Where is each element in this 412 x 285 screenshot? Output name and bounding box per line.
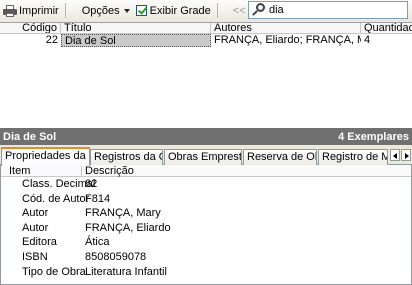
cell-titulo[interactable]: Dia de Sol xyxy=(61,34,211,47)
show-grid-label: Exibir Grade xyxy=(149,4,211,17)
column-header-titulo[interactable]: Título xyxy=(61,23,211,33)
options-label: Opções xyxy=(81,4,120,17)
tab-multas[interactable]: Registro de Multas xyxy=(318,149,388,165)
chevron-down-icon xyxy=(123,8,130,13)
scroll-right-icon[interactable] xyxy=(401,149,411,161)
properties-panel: Item Descrição Class. Decimal 82 Cód. de… xyxy=(0,165,412,285)
property-value: FRANÇA, Eliardo xyxy=(85,221,171,234)
properties-header: Item Descrição xyxy=(1,165,411,177)
list-item[interactable]: Cód. de Autor F814 xyxy=(1,192,411,207)
tab-emprestadas[interactable]: Obras Emprestadas xyxy=(164,149,242,165)
list-item[interactable]: Tipo de Obra Literatura Infantil xyxy=(1,265,411,280)
grid-header: Código Título Autores Quantidade xyxy=(0,23,412,34)
tab-reserva[interactable]: Reserva de Obras xyxy=(243,149,317,165)
show-grid-checkbox[interactable]: Exibir Grade xyxy=(133,1,214,20)
property-name: Cód. de Autor xyxy=(22,192,90,205)
tab-propriedades[interactable]: Propriedades da Obra xyxy=(1,147,90,166)
detail-tabs: Propriedades da Obra Registros da Obra O… xyxy=(0,145,412,166)
cell-codigo: 22 xyxy=(45,34,58,46)
search-box[interactable] xyxy=(248,1,408,19)
property-name: Editora xyxy=(22,236,57,249)
copies-count: 4 Exemplares xyxy=(338,130,409,143)
property-name: Autor xyxy=(22,207,49,220)
column-header-descricao[interactable]: Descrição xyxy=(82,165,411,177)
property-name: Tipo de Obra xyxy=(22,265,86,278)
tab-registros[interactable]: Registros da Obra xyxy=(90,149,163,165)
column-header-quantidade[interactable]: Quantidade xyxy=(361,23,412,33)
property-value: Literatura Infantil xyxy=(85,265,167,278)
print-label: Imprimir xyxy=(19,4,59,17)
property-name: ISBN xyxy=(22,250,48,263)
works-grid: Código Título Autores Quantidade 22 Dia … xyxy=(0,22,412,128)
property-value: 8508059078 xyxy=(85,250,147,263)
list-item[interactable]: Autor FRANÇA, Mary xyxy=(1,206,411,221)
property-name: Autor xyxy=(22,221,49,234)
checkbox-checked-icon[interactable] xyxy=(135,5,147,16)
table-row[interactable]: 22 Dia de Sol FRANÇA, Eliardo; FRANÇA, M… xyxy=(0,34,412,47)
column-header-autores[interactable]: Autores xyxy=(211,23,361,33)
print-button[interactable]: Imprimir xyxy=(0,1,62,20)
column-header-codigo[interactable]: Código xyxy=(0,23,61,33)
toolbar: Imprimir Opções Exibir Grade << 1 >> xyxy=(0,0,412,21)
toolbar-divider xyxy=(64,3,66,18)
cell-autores: FRANÇA, Eliardo; FRANÇA, Mary xyxy=(214,34,361,46)
property-value: FRANÇA, Mary xyxy=(85,207,161,220)
property-value: 82 xyxy=(85,178,98,190)
column-header-item[interactable]: Item xyxy=(1,165,82,177)
toolbar-divider xyxy=(216,3,218,18)
list-item[interactable]: Class. Decimal 82 xyxy=(1,177,411,192)
list-item[interactable]: Editora Ática xyxy=(1,235,411,250)
list-item[interactable]: ISBN 8508059078 xyxy=(1,250,411,265)
scroll-left-icon[interactable] xyxy=(390,149,400,161)
cell-quantidade: 4 xyxy=(364,34,371,46)
detail-header: Dia de Sol 4 Exemplares xyxy=(0,128,412,145)
list-item[interactable]: Autor FRANÇA, Eliardo xyxy=(1,221,411,236)
property-value: F814 xyxy=(85,192,111,205)
property-name: Class. Decimal xyxy=(22,178,96,190)
search-input[interactable] xyxy=(269,4,399,16)
tab-scroll xyxy=(389,149,411,161)
printer-icon xyxy=(3,4,17,17)
property-value: Ática xyxy=(85,236,110,249)
detail-title: Dia de Sol xyxy=(3,130,57,143)
search-icon xyxy=(252,3,266,17)
options-dropdown[interactable]: Opções xyxy=(79,1,133,20)
